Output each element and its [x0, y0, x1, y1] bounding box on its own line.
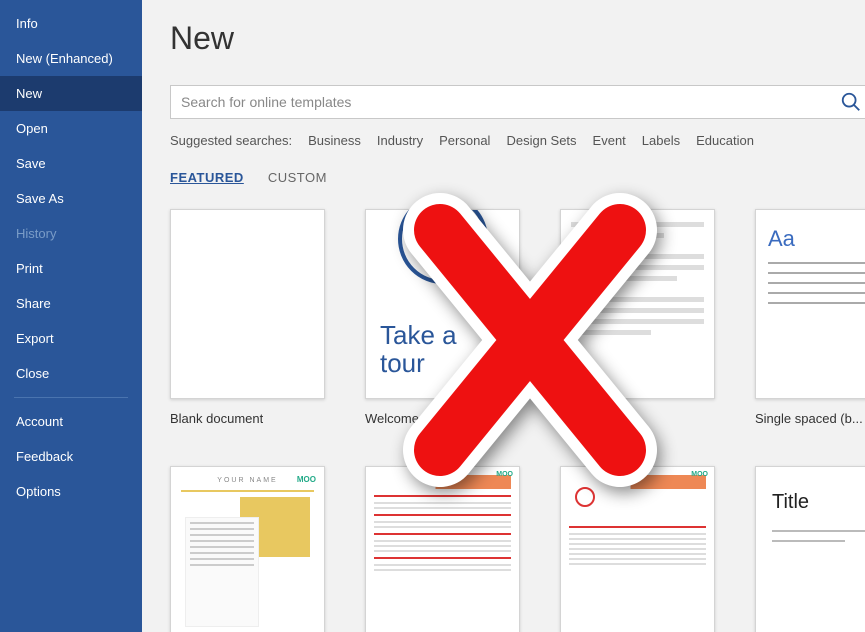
template-addin[interactable]: ss Add-in L...: [560, 209, 715, 426]
template-label: Blank document: [170, 411, 263, 426]
template-thumb: Aa: [755, 209, 865, 399]
tour-text-2: tour: [380, 348, 425, 378]
template-thumb: Take atour: [365, 209, 520, 399]
sidebar-item-export[interactable]: Export: [0, 321, 142, 356]
template-cover-letter[interactable]: MOO Polished cover le...: [560, 466, 715, 632]
sidebar-item-share[interactable]: Share: [0, 286, 142, 321]
suggested-label: Suggested searches:: [170, 133, 292, 148]
aa-text: Aa: [768, 226, 865, 252]
template-resume[interactable]: MOO Polished resume,...: [365, 466, 520, 632]
template-thumb: Title: [755, 466, 865, 632]
template-single-spaced[interactable]: Aa Single spaced (b...: [755, 209, 865, 426]
sidebar-item-feedback[interactable]: Feedback: [0, 439, 142, 474]
template-label: ss Add-in L...: [560, 411, 635, 426]
sidebar-item-info[interactable]: Info: [0, 6, 142, 41]
template-thumb: [170, 209, 325, 399]
template-welcome[interactable]: Take atour Welcome to Word: [365, 209, 520, 426]
template-thumb: [560, 209, 715, 399]
moo-badge: MOO: [691, 471, 708, 478]
suggest-event[interactable]: Event: [593, 133, 626, 148]
sidebar-item-history: History: [0, 216, 142, 251]
sidebar-item-close[interactable]: Close: [0, 356, 142, 391]
sidebar-item-options[interactable]: Options: [0, 474, 142, 509]
template-blank[interactable]: Blank document: [170, 209, 325, 426]
template-thumb: MOO: [365, 466, 520, 632]
sidebar-divider: [14, 397, 128, 398]
sidebar-item-print[interactable]: Print: [0, 251, 142, 286]
template-thumb: MOO: [560, 466, 715, 632]
search-wrap: [170, 85, 865, 119]
suggest-industry[interactable]: Industry: [377, 133, 423, 148]
search-input[interactable]: [170, 85, 865, 119]
suggest-business[interactable]: Business: [308, 133, 361, 148]
suggest-labels[interactable]: Labels: [642, 133, 680, 148]
sidebar-item-open[interactable]: Open: [0, 111, 142, 146]
suggest-design-sets[interactable]: Design Sets: [506, 133, 576, 148]
moo-badge: MOO: [297, 475, 316, 484]
sidebar-item-save[interactable]: Save: [0, 146, 142, 181]
template-tabs: FEATURED CUSTOM: [170, 170, 865, 189]
search-icon[interactable]: [838, 89, 864, 115]
sidebar-item-new[interactable]: New: [0, 76, 142, 111]
template-grid: Blank document Take atour Welcome to Wor…: [170, 209, 865, 632]
template-thumb: MOO YOUR NAME: [170, 466, 325, 632]
tab-custom[interactable]: CUSTOM: [268, 170, 327, 189]
sidebar-item-account[interactable]: Account: [0, 404, 142, 439]
template-blog[interactable]: Title Blog post: [755, 466, 865, 632]
suggest-personal[interactable]: Personal: [439, 133, 490, 148]
blog-title-text: Title: [772, 491, 865, 514]
sidebar: Info New (Enhanced) New Open Save Save A…: [0, 0, 142, 632]
suggest-education[interactable]: Education: [696, 133, 754, 148]
your-name-text: YOUR NAME: [181, 477, 314, 484]
sidebar-item-save-as[interactable]: Save As: [0, 181, 142, 216]
sidebar-item-new-enhanced[interactable]: New (Enhanced): [0, 41, 142, 76]
template-label: Single spaced (b...: [755, 411, 863, 426]
tour-text-1: Take a: [380, 320, 457, 350]
template-label: Welcome to Word: [365, 411, 468, 426]
tab-featured[interactable]: FEATURED: [170, 170, 244, 189]
page-title: New: [170, 20, 865, 57]
suggested-searches: Suggested searches: Business Industry Pe…: [170, 133, 865, 148]
main-content: New Suggested searches: Business Industr…: [142, 0, 865, 632]
moo-badge: MOO: [496, 471, 513, 478]
template-crisp[interactable]: MOO YOUR NAME Crisp and clean c...: [170, 466, 325, 632]
